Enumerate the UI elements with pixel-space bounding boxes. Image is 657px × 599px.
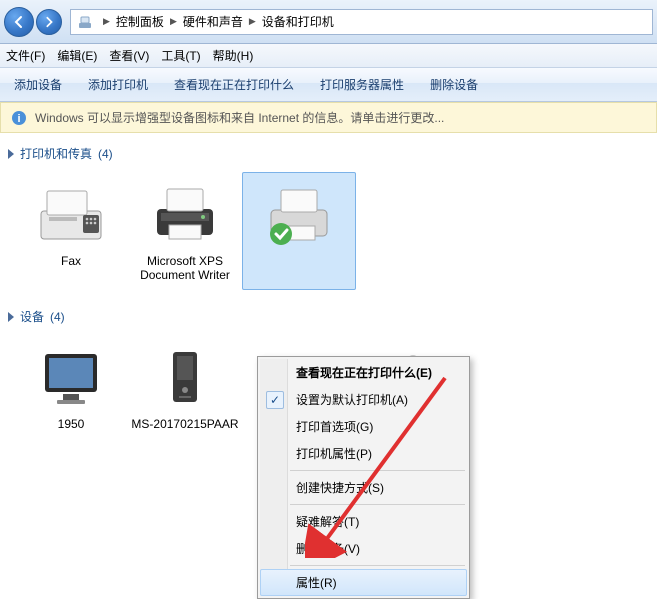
breadcrumb-item[interactable]: 控制面板: [116, 13, 164, 30]
remove-device-button[interactable]: 删除设备: [430, 76, 478, 93]
collapse-icon: [8, 312, 14, 322]
ctx-printing-prefs[interactable]: 打印首选项(G): [260, 413, 467, 440]
ctx-remove[interactable]: 删除设备(V): [260, 535, 467, 562]
item-label: Microsoft XPS Document Writer: [130, 254, 240, 282]
menu-view[interactable]: 查看(V): [109, 47, 149, 64]
separator: [290, 565, 465, 566]
section-devices-header[interactable]: 设备 (4): [4, 302, 653, 331]
section-devices-title: 设备: [20, 308, 44, 325]
add-printer-button[interactable]: 添加打印机: [88, 76, 148, 93]
ctx-properties[interactable]: 属性(R): [260, 569, 467, 596]
see-printing-button[interactable]: 查看现在正在打印什么: [174, 76, 294, 93]
info-bar-text: Windows 可以显示增强型设备图标和来自 Internet 的信息。请单击进…: [35, 109, 444, 126]
collapse-icon: [8, 149, 14, 159]
menu-help[interactable]: 帮助(H): [213, 47, 254, 64]
separator: [290, 504, 465, 505]
address-bar: ▶ 控制面板 ▶ 硬件和声音 ▶ 设备和打印机: [0, 0, 657, 44]
menu-tools[interactable]: 工具(T): [161, 47, 200, 64]
content-area: 打印机和传真 (4) Fax Microsoft XPS Document Wr…: [0, 133, 657, 469]
printer-icon: [258, 179, 340, 253]
ctx-see-printing[interactable]: 查看现在正在打印什么(E): [260, 359, 467, 386]
device-item[interactable]: MS-20170215PAAR: [128, 335, 242, 451]
printers-grid: Fax Microsoft XPS Document Writer: [4, 168, 653, 302]
menu-edit[interactable]: 编辑(E): [57, 47, 97, 64]
section-printers-header[interactable]: 打印机和传真 (4): [4, 139, 653, 168]
chevron-right-icon: ▶: [243, 16, 262, 27]
section-printers-count: (4): [98, 147, 113, 161]
svg-text:i: i: [17, 113, 20, 125]
print-server-props-button[interactable]: 打印服务器属性: [320, 76, 404, 93]
ctx-troubleshoot[interactable]: 疑难解答(T): [260, 508, 467, 535]
nav-back-button[interactable]: [4, 7, 34, 37]
printer-icon: [144, 178, 226, 252]
menu-bar: 文件(F) 编辑(E) 查看(V) 工具(T) 帮助(H): [0, 44, 657, 68]
ctx-create-shortcut[interactable]: 创建快捷方式(S): [260, 474, 467, 501]
section-printers-title: 打印机和传真: [20, 145, 92, 162]
ctx-printer-props[interactable]: 打印机属性(P): [260, 440, 467, 467]
monitor-icon: [30, 341, 112, 415]
breadcrumb[interactable]: ▶ 控制面板 ▶ 硬件和声音 ▶ 设备和打印机: [70, 9, 653, 35]
computer-icon: [144, 341, 226, 415]
item-label: MS-20170215PAAR: [131, 417, 238, 445]
ctx-set-default[interactable]: ✓ 设置为默认打印机(A): [260, 386, 467, 413]
printer-item[interactable]: Fax: [14, 172, 128, 290]
item-label: Fax: [61, 254, 81, 282]
printer-item[interactable]: Microsoft XPS Document Writer: [128, 172, 242, 290]
command-bar: 添加设备 添加打印机 查看现在正在打印什么 打印服务器属性 删除设备: [0, 68, 657, 102]
chevron-right-icon: ▶: [97, 16, 116, 27]
breadcrumb-icon: [77, 14, 93, 30]
device-item[interactable]: 1950: [14, 335, 128, 451]
separator: [290, 470, 465, 471]
item-label: 1950: [58, 417, 85, 445]
printer-item-selected[interactable]: [242, 172, 356, 290]
breadcrumb-item[interactable]: 硬件和声音: [183, 13, 243, 30]
section-devices-count: (4): [50, 310, 65, 324]
info-icon: i: [11, 110, 27, 126]
ctx-set-default-label: 设置为默认打印机(A): [296, 393, 408, 407]
menu-file[interactable]: 文件(F): [6, 47, 45, 64]
context-menu: 查看现在正在打印什么(E) ✓ 设置为默认打印机(A) 打印首选项(G) 打印机…: [257, 356, 470, 599]
chevron-right-icon: ▶: [164, 16, 183, 27]
fax-icon: [30, 178, 112, 252]
add-device-button[interactable]: 添加设备: [14, 76, 62, 93]
info-bar[interactable]: i Windows 可以显示增强型设备图标和来自 Internet 的信息。请单…: [0, 102, 657, 133]
breadcrumb-item[interactable]: 设备和打印机: [262, 13, 334, 30]
nav-forward-button[interactable]: [36, 9, 62, 35]
check-icon: ✓: [266, 391, 284, 409]
